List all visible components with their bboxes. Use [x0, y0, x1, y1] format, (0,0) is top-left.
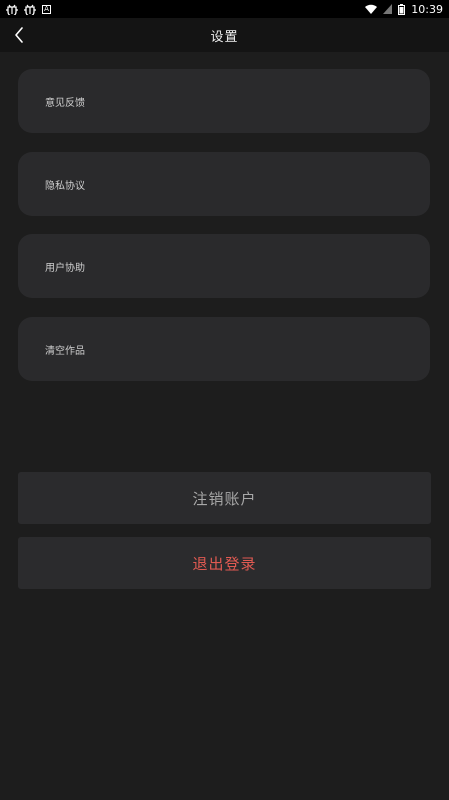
bug-icon	[6, 4, 18, 15]
signal-icon	[383, 4, 393, 14]
wifi-icon	[365, 4, 378, 14]
menu-item-label: 意见反馈	[45, 97, 85, 109]
page-title: 设置	[210, 29, 239, 45]
bug-icon	[24, 4, 36, 15]
battery-icon	[398, 3, 406, 15]
menu-item-privacy-policy[interactable]: 隐私协议	[18, 152, 430, 216]
status-bar: A 10:39	[0, 0, 449, 18]
status-bar-right: 10:39	[365, 3, 443, 16]
menu-item-feedback[interactable]: 意见反馈	[18, 69, 430, 133]
logout-button[interactable]: 退出登录	[18, 537, 431, 589]
menu-item-label: 隐私协议	[45, 180, 85, 192]
menu-item-clear-works[interactable]: 清空作品	[18, 317, 430, 381]
menu-item-label: 用户协助	[45, 262, 85, 274]
chevron-left-icon	[15, 27, 23, 43]
back-button[interactable]	[6, 22, 32, 48]
status-time: 10:39	[411, 2, 443, 16]
menu-item-label: 清空作品	[45, 345, 85, 357]
cancel-account-button[interactable]: 注销账户	[18, 472, 431, 524]
status-bar-left: A	[6, 4, 51, 15]
a-icon: A	[42, 4, 51, 14]
app-header: 设置	[0, 18, 449, 52]
menu-item-user-assistance[interactable]: 用户协助	[18, 234, 430, 298]
